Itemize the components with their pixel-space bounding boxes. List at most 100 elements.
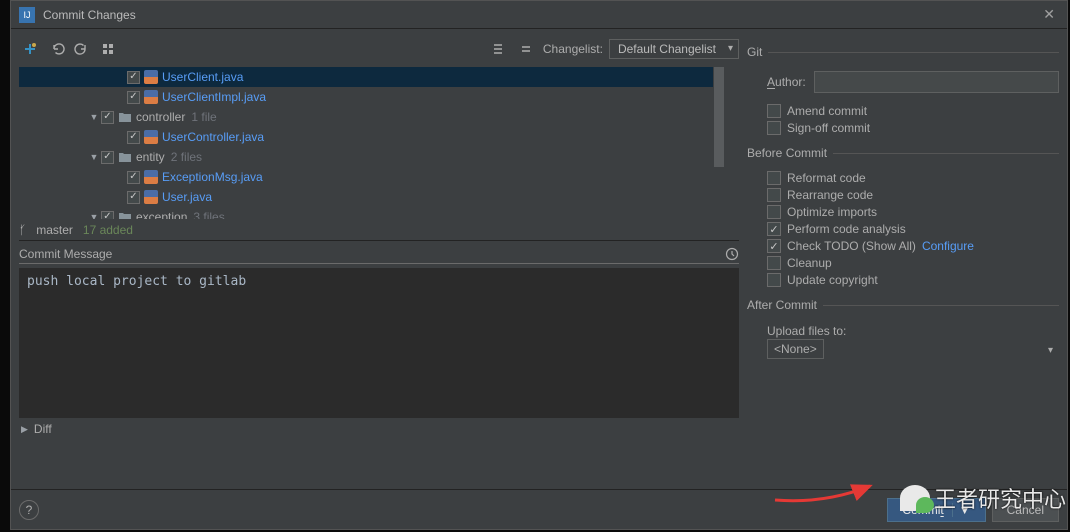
diff-section[interactable]: ▶ Diff [19,418,739,440]
changelist-value: Default Changelist [609,39,739,59]
checkbox[interactable] [127,191,140,204]
file-name: UserClient.java [162,70,243,84]
option-label: Cleanup [787,256,832,270]
dialog-body: Changelist: Default Changelist UserClien… [11,29,1067,489]
option-check-todo-show-all-[interactable]: Check TODO (Show All) Configure [767,239,1059,253]
tree-folder[interactable]: ▼controller1 file [19,107,725,127]
checkbox[interactable] [127,131,140,144]
checkbox[interactable] [767,121,781,135]
author-label: Author: [767,75,806,89]
tree-file[interactable]: UserClientImpl.java [19,87,725,107]
upload-select[interactable]: <None> [767,342,1059,356]
cancel-button[interactable]: Cancel [992,498,1059,522]
option-amend-commit[interactable]: Amend commit [767,104,1059,118]
chevron-down-icon[interactable]: ▼ [87,212,101,219]
java-file-icon [144,90,158,104]
java-file-icon [144,130,158,144]
file-name: entity [136,150,165,164]
folder-icon [118,210,132,219]
option-label: Check TODO (Show All) [787,239,916,253]
changes-toolbar: Changelist: Default Changelist [19,35,739,63]
revert-icon[interactable] [47,38,69,60]
option-reformat-code[interactable]: Reformat code [767,171,1059,185]
checkbox[interactable] [767,239,781,253]
option-perform-code-analysis[interactable]: Perform code analysis [767,222,1059,236]
checkbox[interactable] [767,104,781,118]
close-icon[interactable]: ✕ [1039,6,1059,23]
checkbox[interactable] [127,91,140,104]
file-name: User.java [162,190,212,204]
branch-bar: ᚶ master 17 added [19,219,739,241]
before-commit-label: Before Commit [747,146,827,160]
collapse-all-icon[interactable] [515,38,537,60]
before-commit-title: Before Commit [747,146,1059,160]
tree-file[interactable]: UserClient.java [19,67,725,87]
author-input[interactable] [814,71,1059,93]
option-label: Reformat code [787,171,866,185]
commit-dropdown-icon[interactable]: ▼ [952,503,971,517]
commit-message-header: Commit Message [19,245,739,264]
changelist-select[interactable]: Default Changelist [609,40,739,58]
configure-link[interactable]: Configure [922,239,974,253]
option-cleanup[interactable]: Cleanup [767,256,1059,270]
checkbox[interactable] [127,71,140,84]
checkbox[interactable] [767,171,781,185]
file-name: UserClientImpl.java [162,90,266,104]
help-button[interactable]: ? [19,500,39,520]
tree-folder[interactable]: ▼exception3 files [19,207,725,219]
titlebar: IJ Commit Changes ✕ [11,1,1067,29]
tree-file[interactable]: ExceptionMsg.java [19,167,725,187]
commit-button[interactable]: Commit ▼ [887,498,985,522]
option-update-copyright[interactable]: Update copyright [767,273,1059,287]
chevron-down-icon[interactable]: ▼ [87,112,101,122]
checkbox[interactable] [101,111,114,124]
file-name: ExceptionMsg.java [162,170,263,184]
commit-button-label: Commit [902,503,943,517]
option-sign-off-commit[interactable]: Sign-off commit [767,121,1059,135]
tree-file[interactable]: UserController.java [19,127,725,147]
app-icon: IJ [19,7,35,23]
tree-scrollbar[interactable] [713,67,725,219]
group-by-icon[interactable] [97,38,119,60]
checkbox[interactable] [101,151,114,164]
checkbox[interactable] [767,222,781,236]
branch-icon: ᚶ [19,223,26,237]
commit-dialog: IJ Commit Changes ✕ Changelist: [10,0,1068,530]
history-icon[interactable] [725,247,739,261]
file-count: 1 file [191,110,216,124]
branch-added: 17 added [83,223,133,237]
checkbox[interactable] [101,211,114,220]
checkbox[interactable] [767,273,781,287]
scrollbar-thumb[interactable] [714,67,724,167]
window-title: Commit Changes [43,8,1039,22]
file-count: 2 files [171,150,202,164]
refresh-icon[interactable] [69,38,91,60]
option-rearrange-code[interactable]: Rearrange code [767,188,1059,202]
option-label: Optimize imports [787,205,877,219]
after-commit-title: After Commit [747,298,1059,312]
changelist-label: Changelist: [543,42,603,56]
option-label: Perform code analysis [787,222,906,236]
git-section-label: Git [747,45,762,59]
changes-tree[interactable]: UserClient.java UserClientImpl.java ▼contr… [19,67,739,219]
new-changelist-icon[interactable] [19,38,41,60]
chevron-right-icon: ▶ [21,424,28,435]
checkbox[interactable] [127,171,140,184]
dialog-footer: ? Commit ▼ Cancel [11,489,1067,529]
checkbox[interactable] [767,188,781,202]
tree-folder[interactable]: ▼ entity 2 files [19,147,725,167]
checkbox[interactable] [767,205,781,219]
checkbox[interactable] [767,256,781,270]
option-optimize-imports[interactable]: Optimize imports [767,205,1059,219]
chevron-down-icon[interactable]: ▼ [87,152,101,162]
expand-all-icon[interactable] [487,38,509,60]
folder-icon [118,150,132,164]
option-label: Sign-off commit [787,121,870,135]
java-file-icon [144,190,158,204]
diff-label: Diff [34,422,52,436]
option-label: Amend commit [787,104,867,118]
java-file-icon [144,70,158,84]
commit-message-input[interactable] [19,268,739,418]
option-label: Rearrange code [787,188,873,202]
tree-file[interactable]: User.java [19,187,725,207]
